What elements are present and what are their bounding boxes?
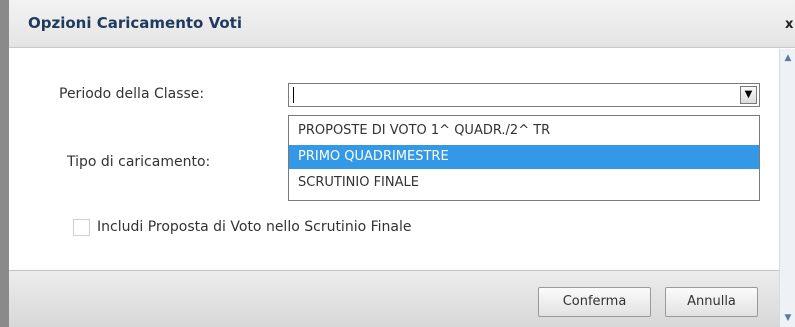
confirm-button[interactable]: Conferma — [538, 287, 651, 317]
periodo-dropdown-list: PROPOSTE DI VOTO 1^ QUADR./2^ TR PRIMO Q… — [288, 115, 760, 201]
dialog-title: Opzioni Caricamento Voti — [28, 14, 242, 32]
tipo-label: Tipo di caricamento: — [67, 154, 211, 170]
dialog-content: Periodo della Classe: ▼ Tipo di caricame… — [9, 49, 779, 270]
dialog-titlebar: Opzioni Caricamento Voti x — [9, 0, 795, 48]
dropdown-option-primo-quadrimestre[interactable]: PRIMO QUADRIMESTRE — [289, 145, 759, 169]
background-window-edge — [0, 0, 9, 327]
vertical-scrollbar[interactable]: ▲ ▼ — [779, 49, 795, 327]
scroll-up-icon[interactable]: ▲ — [782, 52, 794, 64]
scroll-down-icon[interactable]: ▼ — [782, 312, 794, 324]
text-caret — [293, 87, 294, 103]
chevron-down-icon[interactable]: ▼ — [740, 86, 757, 104]
include-proposal-checkbox[interactable] — [73, 219, 90, 236]
cancel-button[interactable]: Annulla — [665, 287, 758, 317]
dialog-footer: Conferma Annulla — [9, 270, 779, 327]
include-proposal-label: Includi Proposta di Voto nello Scrutinio… — [97, 219, 412, 235]
periodo-label: Periodo della Classe: — [59, 86, 205, 102]
options-dialog: Opzioni Caricamento Voti x Periodo della… — [9, 0, 795, 327]
close-icon[interactable]: x — [785, 16, 795, 34]
dropdown-option-scrutinio-finale[interactable]: SCRUTINIO FINALE — [289, 171, 759, 195]
dropdown-option-proposte[interactable]: PROPOSTE DI VOTO 1^ QUADR./2^ TR — [289, 119, 759, 143]
periodo-select[interactable]: ▼ — [288, 83, 760, 107]
